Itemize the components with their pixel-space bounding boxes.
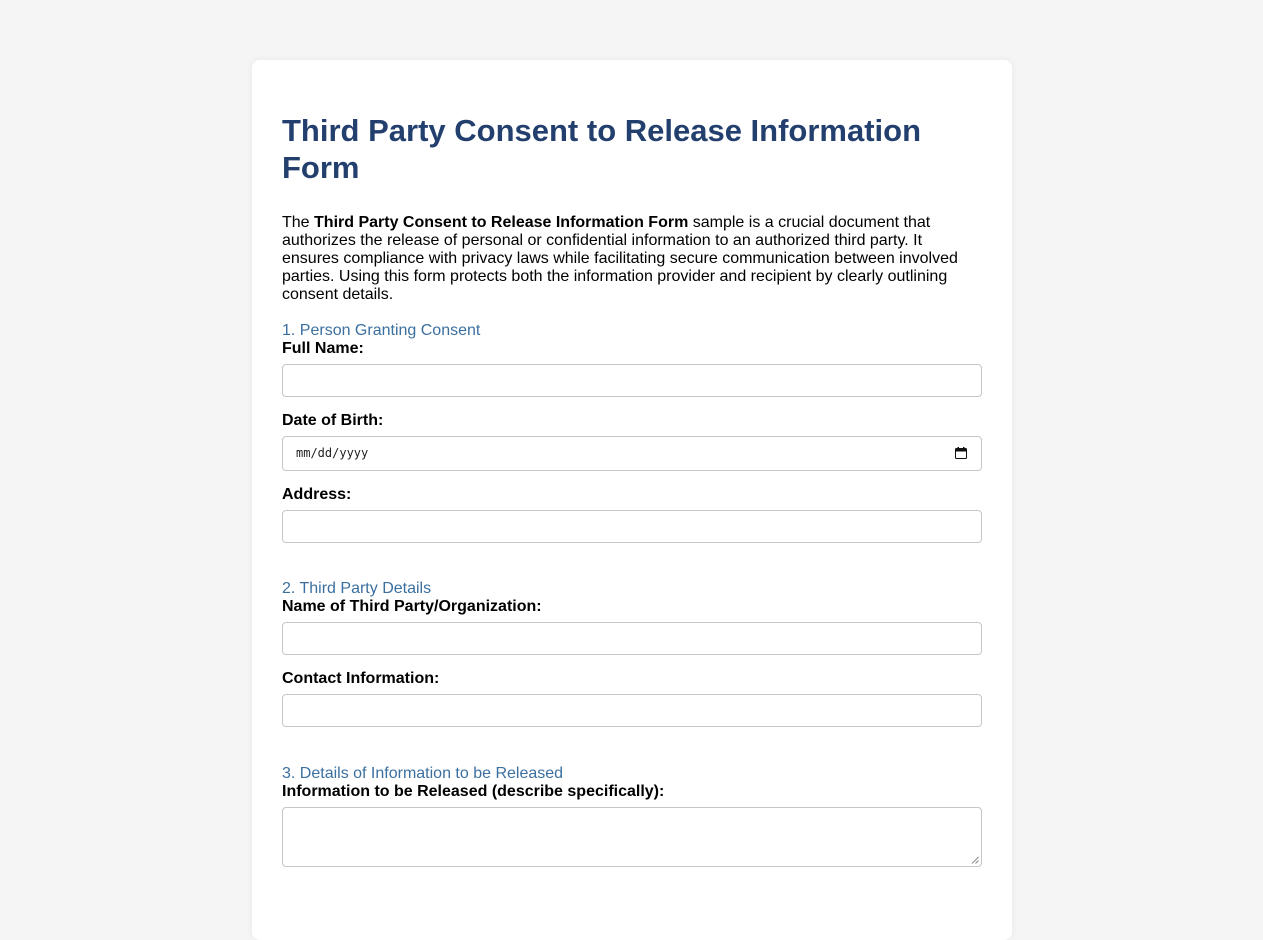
date-of-birth-label: Date of Birth:: [282, 412, 384, 429]
contact-information-input[interactable]: [282, 694, 982, 727]
resize-handle-icon[interactable]: [971, 856, 979, 864]
third-party-name-label: Name of Third Party/Organization:: [282, 598, 542, 615]
section-third-party-details: 2. Third Party Details Name of Third Par…: [282, 580, 982, 727]
calendar-icon[interactable]: [955, 447, 967, 459]
date-placeholder: mm/dd/yyyy: [296, 446, 369, 460]
intro-paragraph: The Third Party Consent to Release Infor…: [282, 214, 982, 304]
information-released-label: Information to be Released (describe spe…: [282, 783, 665, 800]
section-information-released: 3. Details of Information to be Released…: [282, 765, 982, 867]
intro-bold-title: Third Party Consent to Release Informati…: [314, 214, 689, 231]
full-name-label: Full Name:: [282, 340, 364, 357]
form-card: Third Party Consent to Release Informati…: [252, 60, 1012, 940]
section-person-granting-consent: 1. Person Granting Consent Full Name: Da…: [282, 322, 982, 543]
contact-information-label: Contact Information:: [282, 670, 440, 687]
section-heading: 2. Third Party Details: [282, 580, 432, 597]
intro-prefix: The: [282, 214, 315, 231]
address-input[interactable]: [282, 510, 982, 543]
information-released-textarea[interactable]: [282, 807, 982, 867]
section-heading: 3. Details of Information to be Released: [282, 765, 564, 782]
section-heading: 1. Person Granting Consent: [282, 322, 481, 339]
full-name-input[interactable]: [282, 364, 982, 397]
date-of-birth-input[interactable]: mm/dd/yyyy: [282, 436, 982, 471]
third-party-name-input[interactable]: [282, 622, 982, 655]
address-label: Address:: [282, 486, 352, 503]
page-title: Third Party Consent to Release Informati…: [282, 113, 922, 185]
